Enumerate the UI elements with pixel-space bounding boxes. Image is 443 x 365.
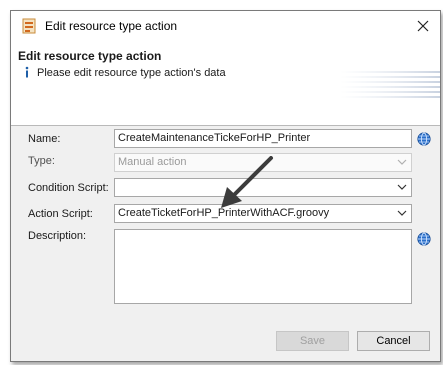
action-script-select[interactable]: CreateTicketForHP_PrinterWithACF.groovy	[114, 204, 412, 223]
globe-icon[interactable]	[417, 132, 431, 146]
chevron-down-icon	[397, 184, 407, 190]
globe-icon[interactable]	[417, 232, 431, 246]
type-value: Manual action	[118, 156, 187, 168]
condition-script-label: Condition Script:	[28, 182, 109, 194]
type-select: Manual action	[114, 153, 412, 172]
close-icon	[417, 20, 429, 32]
name-label: Name:	[28, 133, 61, 145]
header-title: Edit resource type action	[18, 49, 162, 63]
action-script-label: Action Script:	[28, 208, 93, 220]
name-field[interactable]: CreateMaintenanceTickeForHP_Printer	[114, 129, 412, 148]
type-label: Type:	[28, 155, 55, 167]
edit-resource-type-action-dialog: Edit resource type action Edit resource …	[10, 10, 441, 362]
chevron-down-icon	[397, 210, 407, 216]
description-textarea[interactable]	[114, 229, 412, 304]
chevron-down-icon	[397, 159, 407, 165]
header-decoration	[340, 71, 440, 98]
dialog-header: Edit resource type action Please edit re…	[11, 41, 440, 126]
description-label: Description:	[28, 230, 87, 242]
info-icon	[25, 66, 29, 78]
title-bar: Edit resource type action	[11, 11, 440, 41]
save-button[interactable]: Save	[276, 331, 349, 351]
window-title: Edit resource type action	[45, 19, 178, 33]
condition-script-select[interactable]	[114, 178, 412, 197]
close-button[interactable]	[406, 11, 440, 41]
header-message: Please edit resource type action's data	[37, 67, 226, 79]
resource-action-icon	[22, 18, 36, 34]
cancel-button[interactable]: Cancel	[357, 331, 430, 351]
action-script-value: CreateTicketForHP_PrinterWithACF.groovy	[118, 207, 330, 219]
